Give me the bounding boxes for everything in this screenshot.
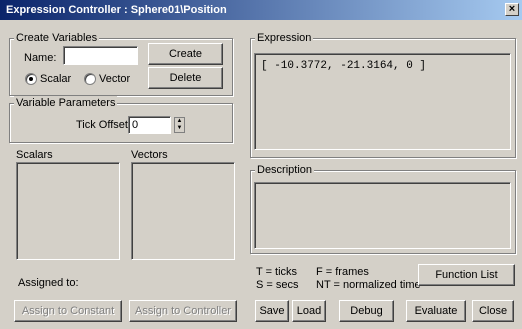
vector-label: Vector <box>99 73 131 85</box>
delete-button[interactable]: Delete <box>148 67 223 89</box>
tick-offset-input[interactable] <box>128 116 171 134</box>
legend-frames: F = frames <box>316 266 369 278</box>
load-button[interactable]: Load <box>292 300 326 322</box>
create-button[interactable]: Create <box>148 43 223 65</box>
tick-offset-spinner[interactable]: ▲ ▼ <box>174 117 185 133</box>
function-list-button[interactable]: Function List <box>418 264 515 286</box>
legend-secs: S = secs <box>256 279 299 291</box>
expression-textbox[interactable]: [ -10.3772, -21.3164, 0 ] <box>254 53 511 150</box>
scalars-label: Scalars <box>16 149 53 161</box>
vectors-label: Vectors <box>131 149 168 161</box>
variable-parameters-label: Variable Parameters <box>14 96 118 110</box>
assign-to-controller-button[interactable]: Assign to Controller <box>129 300 237 322</box>
scalar-label: Scalar <box>40 73 72 85</box>
evaluate-button[interactable]: Evaluate <box>406 300 466 322</box>
tick-offset-label: Tick Offset: <box>76 119 132 131</box>
legend-normalized: NT = normalized time <box>316 279 421 291</box>
expression-text: [ -10.3772, -21.3164, 0 ] <box>261 60 427 72</box>
debug-button[interactable]: Debug <box>339 300 394 322</box>
scalars-list[interactable] <box>16 162 120 260</box>
close-icon[interactable]: × <box>505 3 519 16</box>
description-label: Description <box>255 163 315 177</box>
vectors-list[interactable] <box>131 162 235 260</box>
save-button[interactable]: Save <box>255 300 289 322</box>
window-title: Expression Controller : Sphere01\Positio… <box>6 4 227 16</box>
assign-to-constant-button[interactable]: Assign to Constant <box>14 300 122 322</box>
close-button[interactable]: Close <box>472 300 514 322</box>
name-input[interactable] <box>63 46 138 65</box>
create-variables-label: Create Variables <box>14 31 100 45</box>
legend-ticks: T = ticks <box>256 266 298 278</box>
expression-label: Expression <box>255 31 314 45</box>
name-label: Name: <box>24 52 57 64</box>
radio-selected-dot <box>29 77 33 81</box>
scalar-radio[interactable] <box>25 73 37 85</box>
vector-radio[interactable] <box>84 73 96 85</box>
assigned-to-label: Assigned to: <box>18 277 79 289</box>
description-textbox[interactable] <box>254 182 511 249</box>
title-bar: Expression Controller : Sphere01\Positio… <box>0 0 522 20</box>
